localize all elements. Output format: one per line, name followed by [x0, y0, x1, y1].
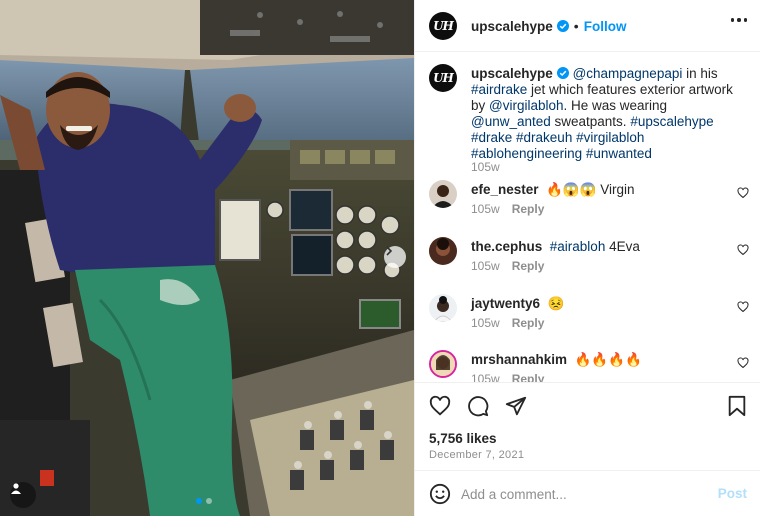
reply-button[interactable]: Reply — [512, 372, 545, 382]
verified-badge-icon — [556, 19, 569, 32]
caption-segment: in his — [682, 66, 718, 81]
mention-link[interactable]: @unw_anted — [471, 114, 551, 129]
comment-item: efe_nester 🔥😱😱 Virgin 105w Reply — [429, 180, 749, 224]
caption-timestamp[interactable]: 105w — [471, 160, 500, 174]
post-header: UH upscalehype • Follow — [415, 0, 760, 52]
comment-text: 4Eva — [605, 239, 640, 254]
carousel-dot — [206, 498, 212, 504]
caption-text: upscalehype @champagnepapi in his #airdr… — [471, 66, 747, 162]
commenter-avatar[interactable] — [429, 350, 457, 378]
separator-dot: • — [573, 17, 579, 34]
more-options-icon[interactable] — [730, 18, 747, 22]
heart-icon — [737, 244, 749, 256]
comment-timestamp[interactable]: 105w — [471, 202, 500, 216]
cockpit-photo-illustration — [0, 0, 414, 516]
comment-username[interactable]: efe_nester — [471, 182, 539, 197]
comment-timestamp[interactable]: 105w — [471, 259, 500, 273]
caption-segment: . He was wearing — [563, 98, 668, 113]
heart-icon[interactable] — [429, 395, 451, 417]
comment-username[interactable]: jaytwenty6 — [471, 296, 540, 311]
comment-timestamp[interactable]: 105w — [471, 372, 500, 382]
post-actions: 5,756 likes December 7, 2021 — [415, 382, 760, 470]
hashtag-link[interactable]: #airabloh — [550, 239, 606, 254]
comment-item: the.cephus #airabloh 4Eva 105w Reply — [429, 237, 749, 281]
comment-like-button[interactable] — [737, 243, 749, 259]
reply-button[interactable]: Reply — [512, 202, 545, 216]
post-comment-button[interactable]: Post — [718, 486, 747, 501]
mention-link[interactable]: @virgilabloh — [489, 98, 564, 113]
commenter-avatar[interactable] — [429, 180, 457, 208]
comment-item: mrshannahkim 🔥🔥🔥🔥 105w Reply — [429, 350, 749, 382]
post-side-panel: UH upscalehype • Follow UH upscalehype @ch… — [414, 0, 760, 516]
heart-icon — [737, 357, 749, 369]
comment-input[interactable] — [461, 484, 701, 504]
comment-timestamp[interactable]: 105w — [471, 316, 500, 330]
account-avatar[interactable]: UH — [429, 11, 457, 40]
hashtag-link[interactable]: #airdrake — [471, 82, 527, 97]
comment-like-button[interactable] — [737, 356, 749, 372]
comment-username[interactable]: the.cephus — [471, 239, 542, 254]
heart-icon — [737, 301, 749, 313]
comment-text: 😣 — [547, 296, 565, 311]
user-tag-icon — [11, 483, 21, 494]
heart-icon — [737, 187, 749, 199]
comment-like-button[interactable] — [737, 186, 749, 202]
carousel-next-button[interactable] — [384, 246, 406, 268]
caption-segment: sweatpants. — [550, 114, 631, 129]
likes-count[interactable]: 5,756 likes — [429, 431, 497, 446]
reply-button[interactable]: Reply — [512, 316, 545, 330]
comment-text: 🔥😱😱 Virgin — [546, 182, 635, 197]
carousel-dot-active — [196, 498, 202, 504]
comment-like-button[interactable] — [737, 300, 749, 316]
comment-composer: Post — [415, 470, 760, 516]
carousel-indicator — [196, 498, 212, 504]
caption-username[interactable]: upscalehype — [471, 66, 553, 81]
post-photo[interactable] — [0, 0, 414, 516]
bookmark-icon[interactable] — [727, 395, 747, 417]
verified-badge-icon — [556, 67, 569, 79]
follow-button[interactable]: Follow — [584, 19, 627, 34]
comments-list[interactable]: UH upscalehype @champagnepapi in his #ai… — [415, 52, 760, 382]
reply-button[interactable]: Reply — [512, 259, 545, 273]
post-date[interactable]: December 7, 2021 — [429, 449, 524, 461]
account-username[interactable]: upscalehype — [471, 19, 553, 34]
comment-bubble-icon[interactable] — [467, 395, 489, 417]
tagged-users-button[interactable] — [10, 482, 36, 508]
caption-avatar[interactable]: UH — [429, 64, 457, 92]
chevron-right-icon — [386, 246, 393, 256]
comment-item: jaytwenty6 😣 105w Reply — [429, 294, 749, 338]
mention-link[interactable]: @champagnepapi — [573, 66, 683, 81]
comment-username[interactable]: mrshannahkim — [471, 352, 567, 367]
smiley-icon — [429, 483, 451, 505]
comment-text: 🔥🔥🔥🔥 — [574, 352, 642, 367]
paper-plane-icon[interactable] — [505, 395, 527, 417]
emoji-picker-button[interactable] — [429, 483, 451, 508]
commenter-avatar[interactable] — [429, 294, 457, 322]
commenter-avatar[interactable] — [429, 237, 457, 265]
